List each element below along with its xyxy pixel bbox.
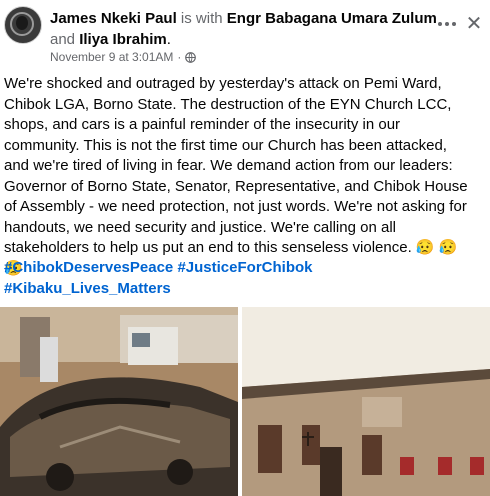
hashtag-kibaku-lives-matters[interactable]: #Kibaku_Lives_Matters (4, 280, 171, 297)
meta-separator: · (177, 50, 182, 64)
close-icon[interactable]: ✕ (464, 14, 484, 34)
post-date[interactable]: November 9 at 3:01AM (50, 50, 173, 64)
author-avatar[interactable] (4, 6, 42, 44)
hashtag-justice-for-chibok[interactable]: #JusticeForChibok (177, 259, 312, 276)
photo-burned-church[interactable] (242, 307, 490, 496)
title-period: . (166, 31, 171, 48)
and-text: and (50, 31, 76, 48)
avatar-face (16, 16, 28, 30)
post-meta: November 9 at 3:01AM · (50, 50, 197, 64)
globe-icon[interactable] (185, 51, 197, 63)
post-hashtags: #ChibokDeservesPeace #JusticeForChibok #… (4, 258, 474, 299)
photo-burned-car[interactable] (0, 307, 238, 496)
post-body: We're shocked and outraged by yesterday'… (4, 75, 468, 277)
hashtag-chibok-deserves-peace[interactable]: #ChibokDeservesPeace (4, 259, 173, 276)
with-text: is with (180, 10, 223, 27)
more-horizontal-icon[interactable] (432, 14, 462, 34)
tagged-user-1[interactable]: Engr Babagana Umara Zulum (227, 10, 437, 27)
author-name[interactable]: James Nkeki Paul (50, 10, 177, 27)
tagged-user-2[interactable]: Iliya Ibrahim (79, 31, 167, 48)
post-header: James Nkeki Paul is with Engr Babagana U… (0, 0, 490, 68)
post-title-line: James Nkeki Paul is with Engr Babagana U… (50, 8, 450, 50)
